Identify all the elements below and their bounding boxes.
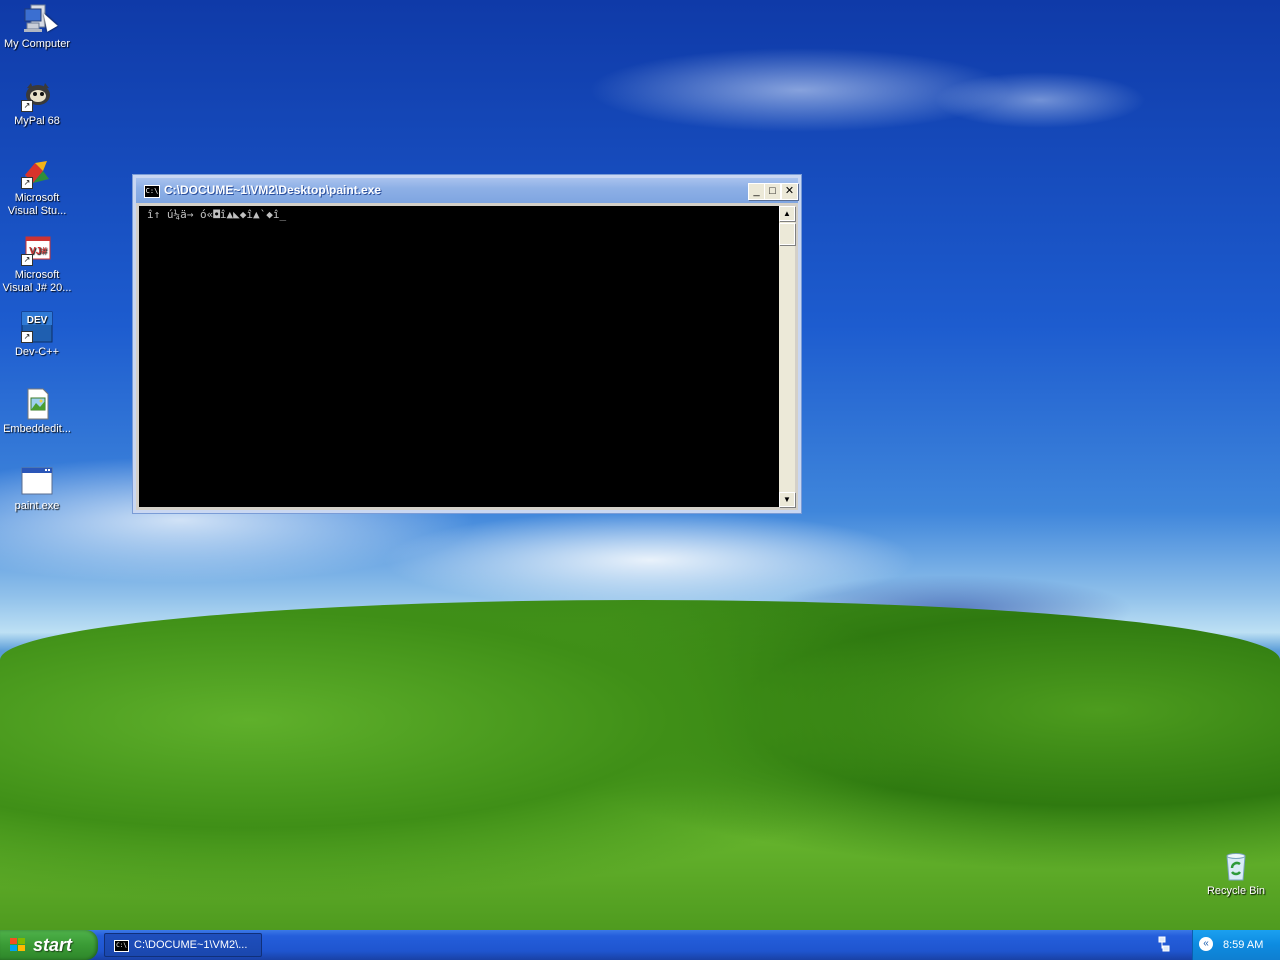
shortcut-arrow-icon: ↗	[21, 177, 33, 189]
shortcut-arrow-icon: ↗	[21, 100, 33, 112]
console-window-title: C:\DOCUME~1\VM2\Desktop\paint.exe	[164, 183, 382, 197]
desktop-icon-label: Microsoft Visual Stu...	[7, 192, 67, 217]
network-connection-icon[interactable]	[1158, 935, 1170, 955]
start-button[interactable]: start	[0, 930, 98, 960]
desktop-icon-embedded-image[interactable]: Embeddedit...	[0, 388, 74, 436]
console-system-menu-icon[interactable]: C:\	[144, 185, 160, 198]
recycle-bin-icon	[1220, 850, 1252, 882]
scroll-down-button[interactable]: ▼	[779, 492, 795, 507]
clock[interactable]: 8:59 AM	[1223, 930, 1263, 960]
desktop-icon-label: paint.exe	[14, 500, 60, 512]
taskbar-item-console[interactable]: C:\ C:\DOCUME~1\VM2\...	[104, 933, 262, 957]
close-button[interactable]: ✕	[781, 183, 798, 200]
scrollbar-thumb[interactable]	[779, 223, 795, 245]
embedded-image-file-icon	[21, 388, 53, 420]
windows-flag-icon	[10, 938, 26, 952]
mypal-browser-icon: ↗	[21, 80, 53, 112]
console-output-area[interactable]: î↑ ú¼ä→ ó«◘î▲◣◆î▲`◆î_	[139, 206, 779, 507]
desktop-icon-mypal-68[interactable]: ↗ MyPal 68	[0, 80, 74, 128]
dev-icon-text: DEV	[27, 315, 48, 326]
desktop-icon-label: MyPal 68	[14, 115, 60, 127]
desktop-icon-dev-cpp[interactable]: DEV ↗ Dev-C++	[0, 311, 74, 359]
shortcut-arrow-icon: ↗	[21, 254, 33, 266]
desktop-icon-label: Microsoft Visual J# 20...	[2, 269, 72, 294]
desktop-icon-my-computer[interactable]: My Computer	[0, 3, 74, 51]
console-titlebar[interactable]: C:\ C:\DOCUME~1\VM2\Desktop\paint.exe _ …	[136, 178, 798, 203]
desktop-icon-visual-studio[interactable]: ↗ Microsoft Visual Stu...	[0, 157, 74, 218]
shortcut-arrow-icon: ↗	[21, 331, 33, 343]
taskbar: start C:\ C:\DOCUME~1\VM2\... « 8:59 AM	[0, 930, 1280, 960]
desktop-icon-visual-jsharp[interactable]: VJ# ↗ Microsoft Visual J# 20...	[0, 234, 74, 295]
desktop-icon-label: My Computer	[3, 38, 71, 50]
desktop-icon-recycle-bin[interactable]: Recycle Bin	[1199, 850, 1273, 898]
maximize-button[interactable]: □	[764, 183, 781, 200]
scroll-up-button[interactable]: ▲	[779, 206, 795, 221]
dev-cpp-icon: DEV ↗	[21, 311, 53, 343]
visual-jsharp-icon: VJ# ↗	[21, 234, 53, 266]
desktop-icon-label: Recycle Bin	[1206, 885, 1266, 897]
desktop-icon-label: Embeddedit...	[3, 423, 71, 435]
show-hidden-icons-chevron-icon[interactable]: «	[1199, 937, 1213, 951]
minimize-button[interactable]: _	[748, 183, 765, 200]
program-window-icon	[21, 465, 53, 497]
desktop-background: My Computer ↗ MyPal 68 ↗ Microsoft Visua…	[0, 0, 1280, 930]
system-tray: « 8:59 AM	[1192, 930, 1280, 960]
console-window[interactable]: C:\ C:\DOCUME~1\VM2\Desktop\paint.exe _ …	[132, 174, 802, 514]
taskbar-item-label: C:\DOCUME~1\VM2\...	[134, 939, 248, 951]
green-hills	[0, 600, 1280, 930]
desktop-icon-label: Dev-C++	[14, 346, 60, 358]
desktop-icon-paint-exe[interactable]: paint.exe	[0, 465, 74, 513]
start-label: start	[33, 935, 73, 955]
console-output-text: î↑ ú¼ä→ ó«◘î▲◣◆î▲`◆î_	[147, 208, 287, 221]
console-vertical-scrollbar[interactable]: ▲ ▼	[779, 206, 795, 507]
console-icon: C:\	[114, 940, 129, 952]
visual-studio-icon: ↗	[21, 157, 53, 189]
